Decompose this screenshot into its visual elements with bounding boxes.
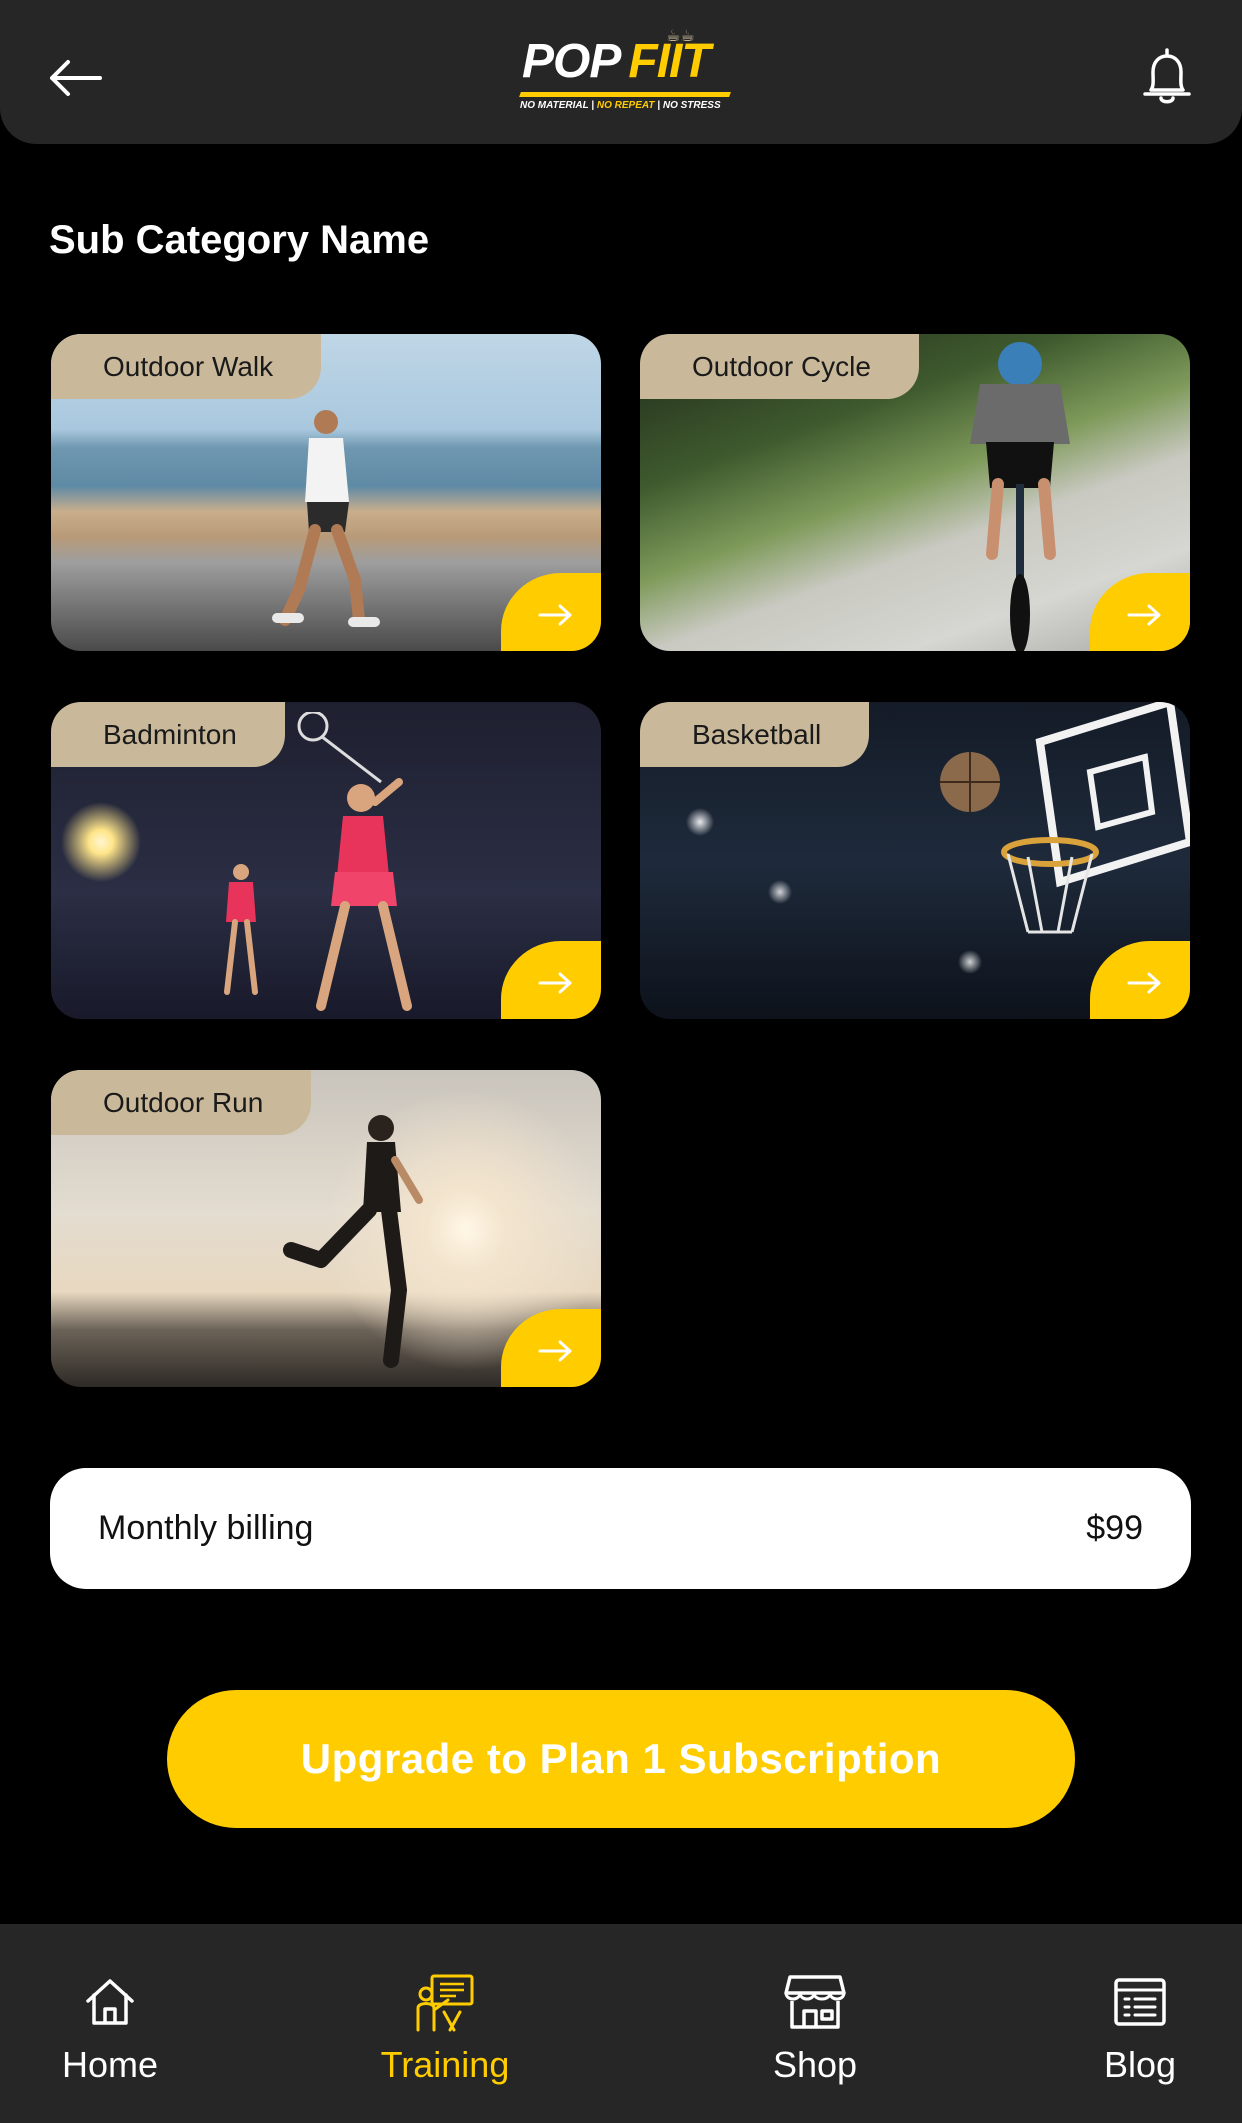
logo-tagline-part1: NO MATERIAL | bbox=[520, 100, 595, 111]
arrow-right-icon bbox=[1127, 604, 1161, 626]
logo-tagline-part3: | NO STRESS bbox=[657, 100, 721, 111]
badminton-partner-figure bbox=[224, 864, 258, 995]
basketball-hoop-figure bbox=[940, 702, 1190, 934]
card-arrow-button[interactable] bbox=[1090, 573, 1190, 651]
arrow-right-icon bbox=[1127, 972, 1161, 994]
notifications-button[interactable] bbox=[1140, 46, 1194, 108]
training-icon bbox=[416, 1974, 474, 2032]
logo-pop: POP bbox=[522, 35, 621, 88]
tab-label: Training bbox=[380, 2044, 510, 2085]
arrow-right-icon bbox=[538, 1340, 572, 1362]
logo-wordmark: POP FIIT bbox=[522, 35, 711, 88]
back-button[interactable] bbox=[46, 48, 106, 108]
category-label: Outdoor Run bbox=[51, 1070, 312, 1135]
page-title: Sub Category Name bbox=[49, 218, 430, 262]
arrow-right-icon bbox=[538, 604, 572, 626]
cyclist-figure bbox=[970, 342, 1070, 651]
logo-fiit: FIIT bbox=[628, 35, 710, 88]
category-card-outdoor-run[interactable]: Outdoor Run bbox=[51, 1070, 601, 1387]
card-arrow-button[interactable] bbox=[501, 941, 601, 1019]
tab-training[interactable]: Training bbox=[360, 1924, 530, 2123]
tab-label: Home bbox=[61, 2044, 159, 2085]
logo-tagline-part2: NO REPEAT bbox=[596, 100, 655, 111]
category-label: Outdoor Walk bbox=[51, 334, 322, 399]
category-card-badminton[interactable]: Badminton bbox=[51, 702, 601, 1019]
tab-home[interactable]: Home bbox=[40, 1924, 180, 2123]
bottom-tab-bar: Home Training Shop Blog bbox=[0, 1924, 1242, 2123]
billing-summary[interactable]: Monthly billing $99 bbox=[50, 1468, 1191, 1589]
logo-underline bbox=[519, 92, 731, 97]
card-arrow-button[interactable] bbox=[501, 573, 601, 651]
tab-label: Shop bbox=[772, 2044, 858, 2085]
bell-icon bbox=[1143, 48, 1191, 104]
billing-label: Monthly billing bbox=[98, 1509, 314, 1547]
runner-figure bbox=[272, 410, 380, 627]
blog-icon bbox=[1114, 1978, 1166, 2026]
arrow-left-icon bbox=[50, 60, 102, 96]
upgrade-subscription-button[interactable]: Upgrade to Plan 1 Subscription bbox=[167, 1690, 1075, 1828]
badminton-player-figure bbox=[297, 712, 412, 1011]
tab-label: Blog bbox=[1103, 2044, 1177, 2085]
category-label: Outdoor Cycle bbox=[640, 334, 919, 399]
category-card-outdoor-cycle[interactable]: Outdoor Cycle bbox=[640, 334, 1190, 651]
app-header: ☕☕ POP FIIT NO MATERIAL | NO REPEAT | NO … bbox=[0, 0, 1242, 144]
category-card-basketball[interactable]: Basketball bbox=[640, 702, 1190, 1019]
shop-icon bbox=[784, 1975, 846, 2029]
tab-blog[interactable]: Blog bbox=[1070, 1924, 1210, 2123]
category-label: Badminton bbox=[51, 702, 285, 767]
card-arrow-button[interactable] bbox=[501, 1309, 601, 1387]
billing-price: $99 bbox=[1086, 1509, 1143, 1547]
category-label: Basketball bbox=[640, 702, 870, 767]
logo-tagline: NO MATERIAL | NO REPEAT | NO STRESS bbox=[520, 100, 721, 111]
category-card-outdoor-walk[interactable]: Outdoor Walk bbox=[51, 334, 601, 651]
home-icon bbox=[86, 1979, 134, 2025]
popfiit-logo: ☕☕ POP FIIT NO MATERIAL | NO REPEAT | NO … bbox=[512, 24, 731, 124]
tab-shop[interactable]: Shop bbox=[745, 1924, 885, 2123]
arrow-right-icon bbox=[538, 972, 572, 994]
runner-silhouette-figure bbox=[283, 1115, 423, 1368]
